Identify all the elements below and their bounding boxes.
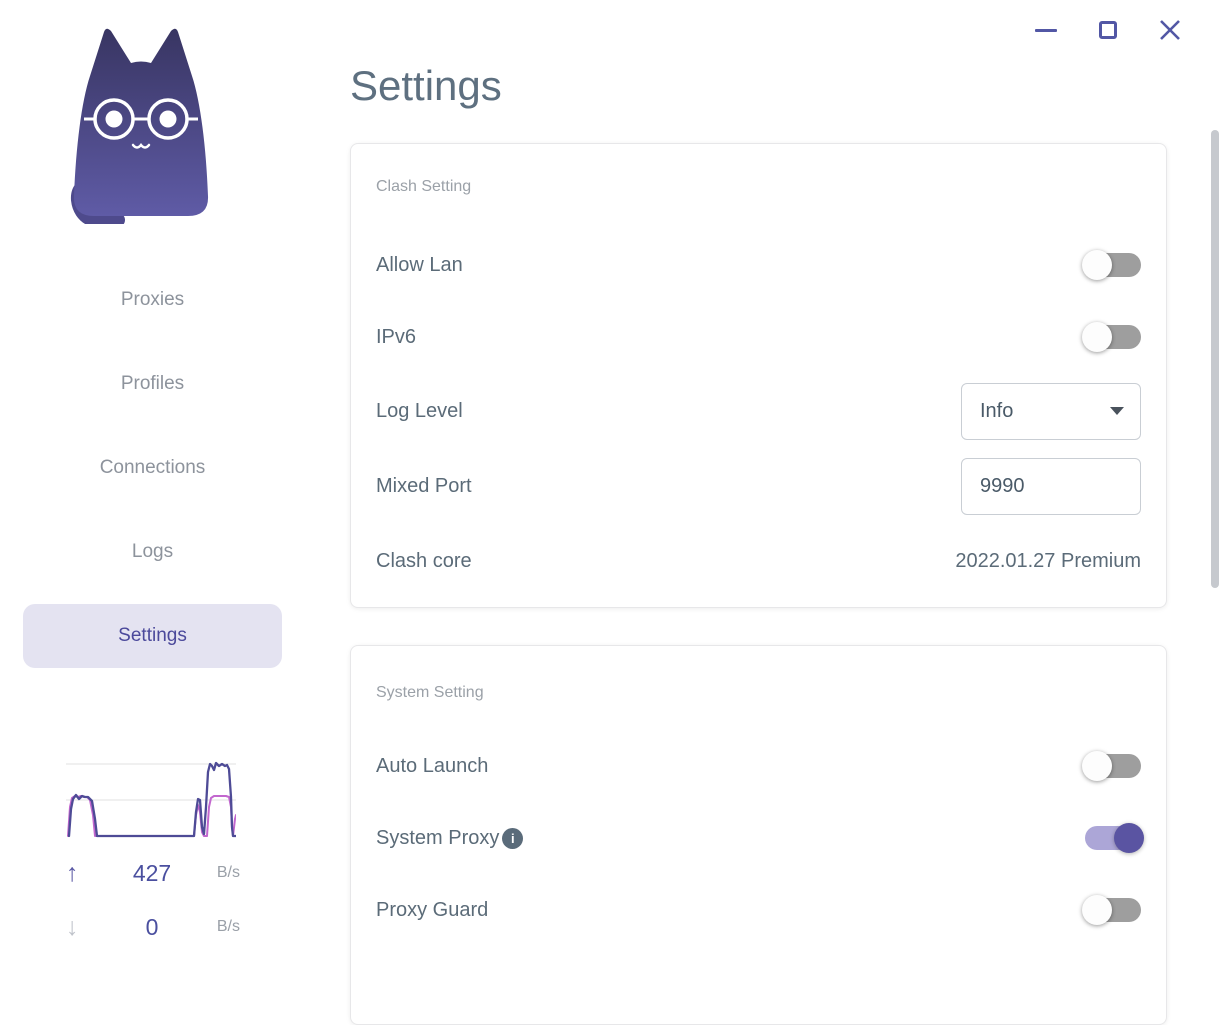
toggle-thumb (1082, 751, 1112, 781)
sidebar-item-profiles[interactable]: Profiles (23, 352, 282, 416)
system-setting-card: System Setting Auto Launch System Proxy … (350, 645, 1167, 1025)
upload-speed-unit: B/s (216, 864, 240, 881)
ipv6-label: IPv6 (376, 325, 417, 348)
close-button[interactable] (1154, 14, 1186, 46)
mixed-port-row: Mixed Port (376, 450, 1141, 522)
proxy-guard-row: Proxy Guard (376, 874, 1141, 946)
system-proxy-row: System Proxy i (376, 802, 1144, 874)
allow-lan-row: Allow Lan (376, 229, 1141, 301)
ipv6-toggle[interactable] (1082, 322, 1141, 352)
cat-eye-right (159, 110, 177, 128)
log-level-selected-value: Info (980, 399, 1014, 422)
sidebar-item-logs[interactable]: Logs (23, 520, 282, 584)
clash-core-version: 2022.01.27 Premium (955, 549, 1141, 572)
system-setting-header: System Setting (376, 684, 484, 701)
mixed-port-label: Mixed Port (376, 474, 472, 497)
minimize-icon (1035, 28, 1057, 32)
vertical-scrollbar-thumb[interactable] (1211, 130, 1219, 588)
page-title: Settings (350, 62, 502, 109)
upload-speed-row: ↑ 427 B/s (66, 858, 240, 888)
clash-setting-card: Clash Setting Allow Lan IPv6 Log Level I… (350, 143, 1167, 608)
toggle-thumb (1082, 250, 1112, 280)
allow-lan-toggle[interactable] (1082, 250, 1141, 280)
clash-setting-header: Clash Setting (376, 178, 472, 195)
sidebar-item-proxies[interactable]: Proxies (23, 268, 282, 332)
clash-core-label: Clash core (376, 549, 472, 572)
log-level-row: Log Level Info (376, 375, 1141, 447)
cat-eye-left (105, 110, 123, 128)
download-arrow-icon: ↓ (66, 912, 79, 941)
system-proxy-toggle[interactable] (1085, 823, 1144, 853)
minimize-button[interactable] (1030, 14, 1062, 46)
maximize-button[interactable] (1092, 14, 1124, 46)
proxy-guard-label: Proxy Guard (376, 898, 489, 921)
allow-lan-label: Allow Lan (376, 253, 463, 276)
mixed-port-input[interactable] (961, 457, 1141, 515)
log-level-select[interactable]: Info (961, 382, 1141, 440)
toggle-thumb (1082, 322, 1112, 352)
info-icon[interactable]: i (502, 827, 524, 849)
proxy-guard-toggle[interactable] (1082, 895, 1141, 925)
download-speed-unit: B/s (216, 918, 240, 935)
maximize-icon (1099, 21, 1117, 39)
log-level-label: Log Level (376, 399, 463, 422)
window-controls (1030, 14, 1186, 46)
toggle-thumb (1114, 823, 1144, 853)
close-icon (1160, 20, 1180, 40)
sidebar-item-settings[interactable]: Settings (23, 604, 282, 668)
system-proxy-label-text: System Proxy (376, 826, 500, 849)
ipv6-row: IPv6 (376, 301, 1141, 373)
auto-launch-label: Auto Launch (376, 754, 489, 777)
toggle-thumb (1082, 895, 1112, 925)
upload-speed-value: 427 (132, 859, 172, 886)
download-speed-row: ↓ 0 B/s (66, 912, 240, 942)
sidebar-nav: Proxies Profiles Connections Logs Settin… (23, 268, 282, 688)
sidebar: Proxies Profiles Connections Logs Settin… (0, 0, 305, 956)
clash-core-row: Clash core 2022.01.27 Premium (376, 525, 1141, 597)
chevron-down-icon (1110, 407, 1124, 415)
system-proxy-label: System Proxy i (376, 826, 524, 850)
download-speed-value: 0 (145, 913, 159, 940)
sidebar-item-connections[interactable]: Connections (23, 436, 282, 500)
upload-arrow-icon: ↑ (66, 858, 79, 887)
clash-cat-logo (70, 28, 209, 224)
auto-launch-toggle[interactable] (1082, 751, 1141, 781)
traffic-sparkline-chart (66, 761, 236, 838)
auto-launch-row: Auto Launch (376, 730, 1141, 802)
